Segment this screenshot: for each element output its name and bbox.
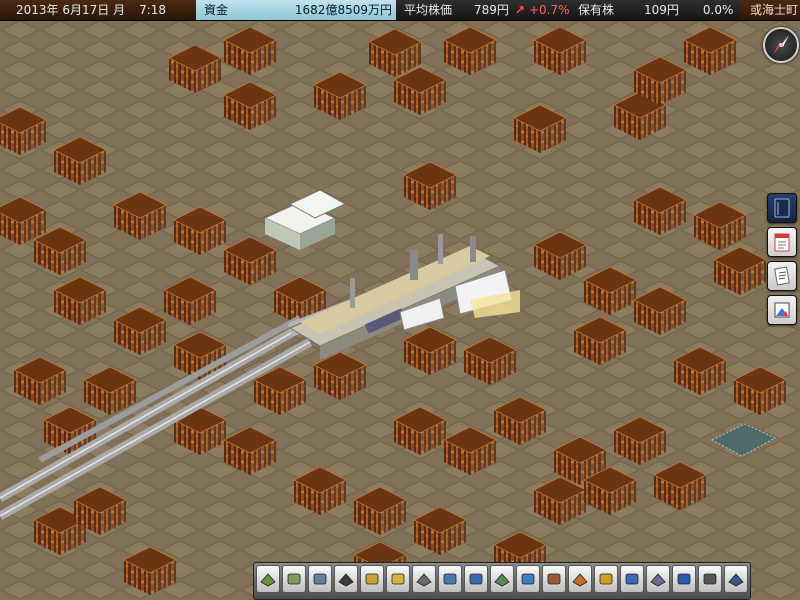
vehicle-tool-button[interactable] xyxy=(386,565,410,593)
vehicle-icon xyxy=(391,573,405,585)
finance-tool-button[interactable] xyxy=(594,565,618,593)
chart-icon xyxy=(625,573,639,585)
rail-track-icon xyxy=(260,573,276,587)
save-tool-button[interactable] xyxy=(698,565,722,593)
save-icon xyxy=(703,573,717,585)
building-icon xyxy=(547,573,561,585)
average-price-label: 平均株価 xyxy=(404,3,453,17)
terrain-icon xyxy=(494,573,510,587)
station-icon xyxy=(443,573,457,585)
chart-tool-button[interactable] xyxy=(620,565,644,593)
photo-button[interactable] xyxy=(767,295,797,325)
date-time-panel: 2013年 6月17日 月 7:18 xyxy=(0,0,196,20)
bus-tool-button[interactable] xyxy=(360,565,384,593)
road-tool-button[interactable] xyxy=(334,565,358,593)
rail-track-tool-button[interactable] xyxy=(256,565,280,593)
funds-panel[interactable]: 資金 1682億8509万円 xyxy=(196,0,396,20)
demolish-icon xyxy=(521,573,535,585)
holdings-percent: 0.0% xyxy=(702,3,734,17)
newspaper-button[interactable] xyxy=(767,261,797,291)
train-car-tool-button[interactable] xyxy=(308,565,332,593)
station-tool-button[interactable] xyxy=(438,565,462,593)
holdings-panel[interactable]: 保有株 109円 0.0% xyxy=(570,0,740,20)
settings-tool-button[interactable] xyxy=(672,565,696,593)
date-text: 2013年 6月17日 月 xyxy=(16,3,126,17)
subsidiary-icon xyxy=(572,573,588,587)
road-icon xyxy=(338,573,354,587)
town-name: 或海士町 4-28- xyxy=(750,3,800,17)
tools-tool-button[interactable] xyxy=(724,565,748,593)
town-name-panel: 或海士町 4-28- xyxy=(740,0,800,20)
time-text: 7:18 xyxy=(139,3,167,17)
funds-label: 資金 xyxy=(204,3,229,17)
platform-tool-button[interactable] xyxy=(282,565,306,593)
subsidiary-tool-button[interactable] xyxy=(568,565,592,593)
compass-button[interactable] xyxy=(763,27,799,63)
bus-icon xyxy=(365,573,379,585)
notebook-icon xyxy=(774,198,790,218)
report-button[interactable] xyxy=(767,227,797,257)
game-map[interactable] xyxy=(0,20,800,600)
finance-icon xyxy=(599,573,613,585)
status-bar: 2013年 6月17日 月 7:18 資金 1682億8509万円 平均株価 7… xyxy=(0,0,800,21)
holdings-value: 109円 xyxy=(644,3,679,17)
calendar-tool-button[interactable] xyxy=(646,565,670,593)
rail-alt-tool-button[interactable] xyxy=(412,565,436,593)
average-price-change: +0.7% xyxy=(528,3,570,17)
tram-tool-button[interactable] xyxy=(464,565,488,593)
settings-icon xyxy=(677,573,691,585)
average-price-panel[interactable]: 平均株価 789円 ↗ +0.7% xyxy=(396,0,570,20)
demolish-tool-button[interactable] xyxy=(516,565,540,593)
funds-value: 1682億8509万円 xyxy=(294,3,392,17)
platform-icon xyxy=(287,573,301,585)
building-tool-button[interactable] xyxy=(542,565,566,593)
construction-toolbar xyxy=(253,562,751,600)
compass-icon xyxy=(773,35,789,55)
train-car-icon xyxy=(313,573,327,585)
report-icon xyxy=(774,233,790,252)
average-price-value: 789円 xyxy=(474,3,509,17)
notebook-button[interactable] xyxy=(767,193,797,223)
price-up-arrow-icon: ↗ xyxy=(514,3,525,17)
calendar-icon xyxy=(650,573,666,587)
rail-alt-icon xyxy=(416,573,432,587)
newspaper-icon xyxy=(774,266,790,286)
tram-icon xyxy=(469,573,483,585)
tools-icon xyxy=(728,573,744,587)
terrain-tool-button[interactable] xyxy=(490,565,514,593)
photo-icon xyxy=(774,302,790,318)
holdings-label: 保有株 xyxy=(578,3,615,17)
